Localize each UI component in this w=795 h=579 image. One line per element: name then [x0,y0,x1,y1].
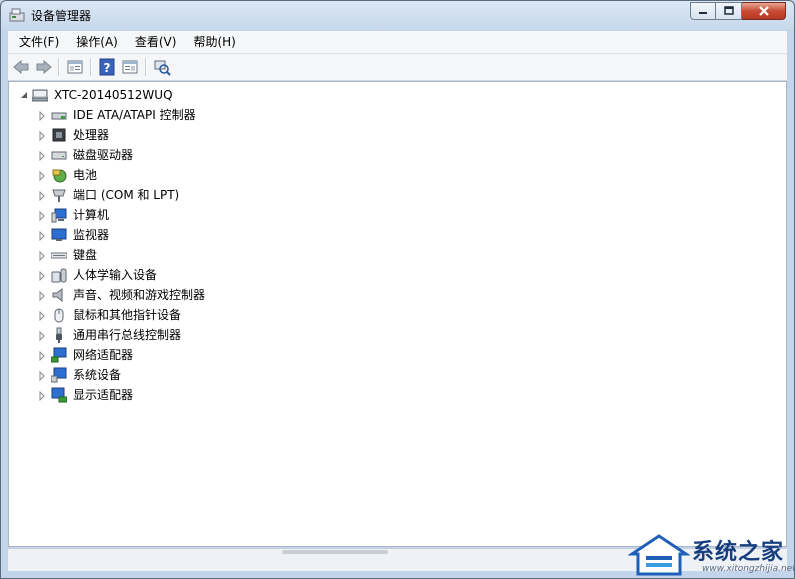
device-tree-pane[interactable]: XTC-20140512WUQ IDE ATA/ATAPI 控制器 处理器 磁盘… [8,81,787,547]
tree-node-label: IDE ATA/ATAPI 控制器 [73,108,196,122]
tree-node-label: 电池 [73,168,98,182]
tree-node-mouse[interactable]: 鼠标和其他指针设备 [9,305,309,325]
tree-node-label: 端口 (COM 和 LPT) [73,188,180,202]
window-title: 设备管理器 [31,9,92,23]
properties-panel-icon[interactable] [66,58,84,76]
action-pane-icon[interactable] [121,58,139,76]
caption-buttons [690,2,786,20]
tree-node-label: 监视器 [73,228,110,242]
svg-text:?: ? [104,61,111,75]
toolbar-separator [145,58,147,76]
device-manager-window: 设备管理器 文件(F) 操作(A) 查看(V) 帮助(H) ? XTC-2014… [0,0,795,579]
menu-action[interactable]: 操作(A) [65,31,124,53]
collapsed-triangle-icon[interactable] [37,331,47,341]
usb-icon [56,327,62,343]
collapsed-triangle-icon[interactable] [37,191,47,201]
collapsed-triangle-icon[interactable] [37,151,47,161]
tree-node-label: 系统设备 [73,368,122,382]
collapsed-triangle-icon[interactable] [37,311,47,321]
collapsed-triangle-icon[interactable] [37,111,47,121]
tree-node-label: 网络适配器 [73,348,134,362]
forward-arrow-icon[interactable] [35,58,53,76]
menu-help[interactable]: 帮助(H) [182,31,241,53]
tree-node-ide[interactable]: IDE ATA/ATAPI 控制器 [9,105,309,125]
minimize-icon [699,12,707,14]
port-icon [52,189,66,202]
battery-icon [52,169,67,183]
monitor-icon [51,228,67,241]
system-device-icon [51,367,67,383]
house-logo-icon [628,534,690,576]
back-arrow-icon[interactable] [12,58,30,76]
ide-controller-icon [51,112,67,120]
tree-node-label: 处理器 [73,128,110,142]
speaker-icon [52,287,63,303]
toolbar: ? [8,54,787,81]
tree-node-network[interactable]: 网络适配器 [9,345,309,365]
tree-node-sound[interactable]: 声音、视频和游戏控制器 [9,285,309,305]
tree-node-processor[interactable]: 处理器 [9,125,309,145]
tree-node-label: 键盘 [73,248,98,262]
computer-icon [32,89,48,102]
tree-root-label: XTC-20140512WUQ [54,88,173,102]
close-button[interactable] [742,2,786,20]
hid-icon [51,268,67,283]
tree-node-usb[interactable]: 通用串行总线控制器 [9,325,309,345]
tree-node-label: 通用串行总线控制器 [73,328,182,342]
collapsed-triangle-icon[interactable] [37,131,47,141]
collapsed-triangle-icon[interactable] [37,351,47,361]
tree-node-display[interactable]: 显示适配器 [9,385,309,405]
collapsed-triangle-icon[interactable] [37,171,47,181]
tree-node-system[interactable]: 系统设备 [9,365,309,385]
tree-node-ports[interactable]: 端口 (COM 和 LPT) [9,185,309,205]
tree-node-label: 显示适配器 [73,388,134,402]
watermark-url: www.xitongzhijia.net [702,564,795,574]
minimize-button[interactable] [690,2,716,20]
collapsed-triangle-icon[interactable] [37,271,47,281]
tree-node-monitor[interactable]: 监视器 [9,225,309,245]
keyboard-icon [51,252,67,259]
tree-node-battery[interactable]: 电池 [9,165,309,185]
processor-icon [52,128,66,142]
collapsed-triangle-icon[interactable] [37,371,47,381]
menu-file[interactable]: 文件(F) [8,31,65,53]
watermark-brand: 系统之家 [692,540,785,565]
tree-node-computer[interactable]: 计算机 [9,205,309,225]
collapsed-triangle-icon[interactable] [37,251,47,261]
collapsed-triangle-icon[interactable] [37,291,47,301]
help-icon[interactable]: ? [98,58,116,76]
tree-root[interactable]: XTC-20140512WUQ [9,85,309,105]
maximize-button[interactable] [716,2,742,20]
network-adapter-icon [51,347,67,363]
watermark-logo: 系统之家 www.xitongzhijia.net [622,524,794,578]
toolbar-separator [90,58,92,76]
title-bar[interactable]: 设备管理器 [1,1,794,29]
toolbar-separator [58,58,60,76]
maximize-icon [723,6,734,15]
tree-node-disk[interactable]: 磁盘驱动器 [9,145,309,165]
mouse-icon [54,308,64,323]
expanded-triangle-icon[interactable] [19,90,29,100]
tree-node-label: 声音、视频和游戏控制器 [73,288,206,302]
tree-node-label: 计算机 [73,208,110,222]
tree-node-keyboard[interactable]: 键盘 [9,245,309,265]
tree-node-label: 磁盘驱动器 [73,148,134,162]
close-icon [758,6,769,16]
computer-icon [51,208,67,223]
menu-bar: 文件(F) 操作(A) 查看(V) 帮助(H) [8,31,787,54]
collapsed-triangle-icon[interactable] [37,211,47,221]
tree-node-hid[interactable]: 人体学输入设备 [9,265,309,285]
menu-view[interactable]: 查看(V) [124,31,183,53]
display-adapter-icon [51,387,67,403]
collapsed-triangle-icon[interactable] [37,231,47,241]
status-bar-grip [282,550,388,554]
tree-node-label: 人体学输入设备 [73,268,158,282]
device-manager-icon [9,8,25,22]
tree-node-label: 鼠标和其他指针设备 [73,308,182,322]
disk-drive-icon [51,151,67,160]
collapsed-triangle-icon[interactable] [37,391,47,401]
scan-hardware-icon[interactable] [153,58,171,76]
